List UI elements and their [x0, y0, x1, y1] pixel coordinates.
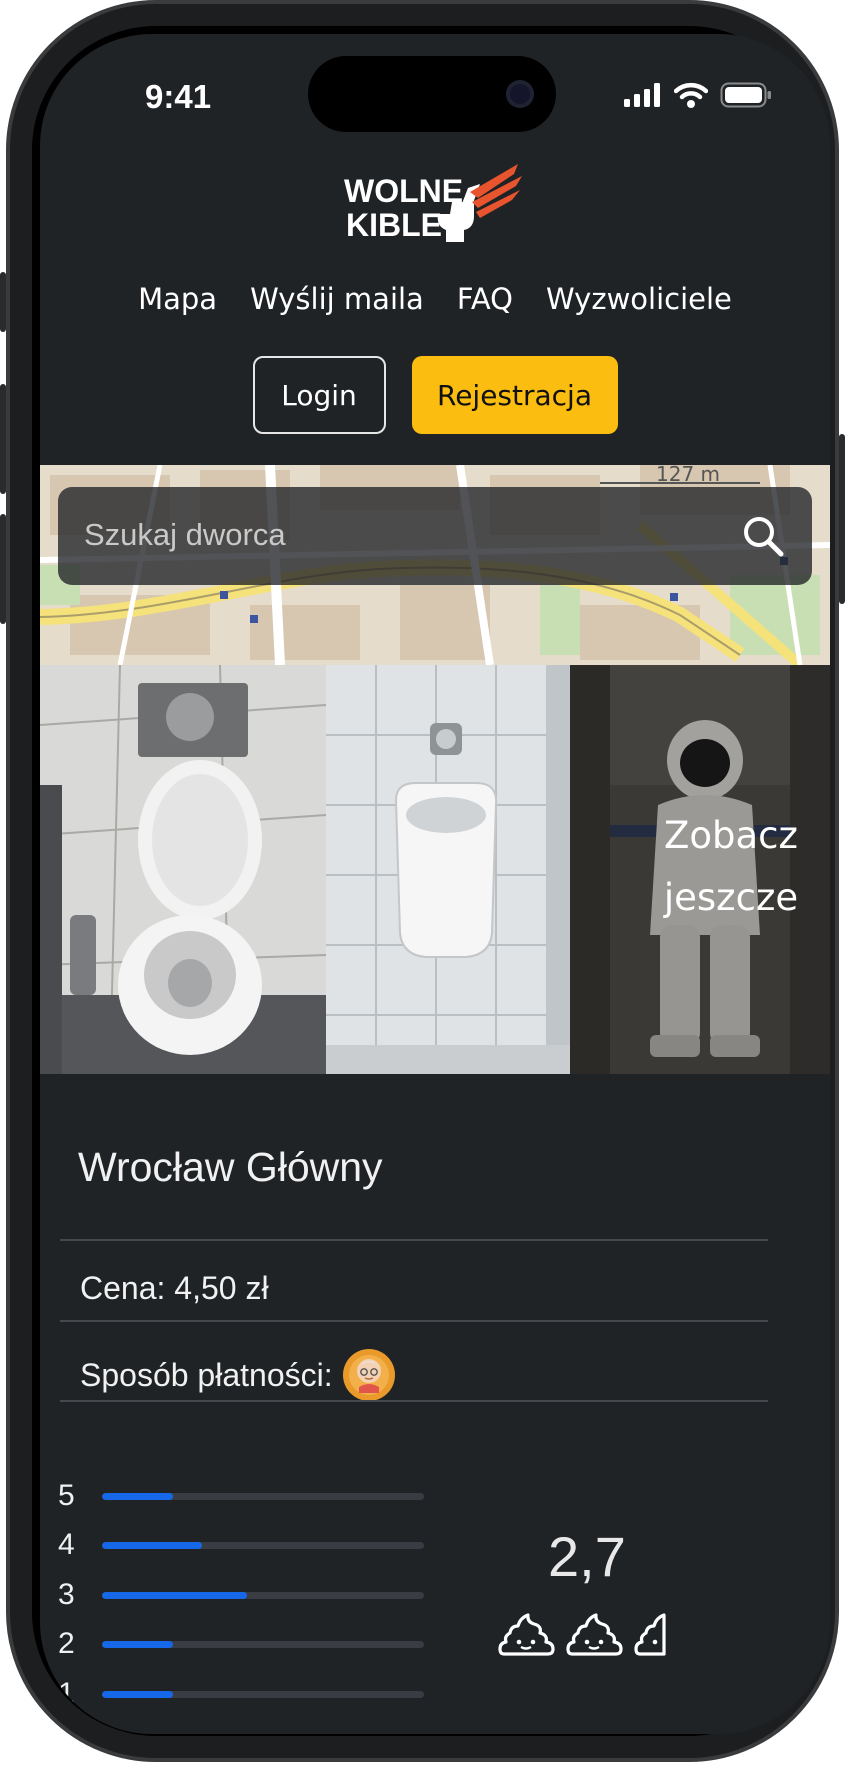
search-bar: [58, 487, 812, 585]
rating-row-2: 2: [58, 1627, 424, 1661]
map-view[interactable]: 127 m: [40, 465, 830, 665]
dynamic-island: [308, 56, 556, 132]
search-input[interactable]: [84, 517, 684, 553]
status-bar: 9:41: [40, 34, 830, 154]
gallery-photo-toilet[interactable]: [40, 665, 326, 1074]
rating-bar-fill: [102, 1541, 202, 1549]
rating-row-5: 5: [58, 1479, 424, 1513]
main-nav: Mapa Wyślij maila FAQ Wyzwoliciele: [40, 282, 830, 316]
status-time: 9:41: [145, 78, 212, 115]
rating-row-1: 1: [58, 1677, 424, 1711]
divider: [60, 1400, 768, 1402]
phone-frame: 9:41 WOLNE KIBLE Mapa Wyślij maila FAQ W…: [0, 0, 845, 1762]
payment-label: Sposób płatności:: [80, 1356, 333, 1393]
login-button[interactable]: Login: [252, 356, 386, 434]
rating-label: 4: [58, 1528, 75, 1561]
camera-icon: [506, 80, 534, 108]
rating-bar-fill: [102, 1591, 247, 1599]
rating-bar-fill: [102, 1492, 173, 1500]
rating-bar-fill: [102, 1690, 173, 1698]
photo-gallery: Zobacz jeszcze: [40, 665, 830, 1074]
rating-bar: [102, 1541, 424, 1549]
rating-bar: [102, 1690, 424, 1698]
wifi-icon: [674, 82, 708, 108]
logo-line1: WOLNE: [344, 173, 463, 209]
app-screen: 9:41 WOLNE KIBLE Mapa Wyślij maila FAQ W…: [40, 34, 830, 1734]
divider: [60, 1239, 768, 1241]
rating-row-3: 3: [58, 1578, 424, 1612]
rating-label: 5: [58, 1479, 75, 1512]
rating-bar: [102, 1640, 424, 1648]
rating-label: 1: [58, 1677, 75, 1710]
average-rating: 2,7: [548, 1525, 626, 1588]
status-icons: [624, 82, 772, 108]
signal-icon: [624, 83, 660, 107]
register-button[interactable]: Rejestracja: [411, 356, 618, 434]
rating-bar: [102, 1492, 424, 1500]
rating-bar: [102, 1591, 424, 1599]
price: Cena: 4,50 zł: [80, 1270, 269, 1306]
auth-buttons: Login Rejestracja: [40, 356, 830, 434]
payment-method: Sposób płatności:: [80, 1349, 395, 1401]
logo[interactable]: WOLNE KIBLE: [40, 144, 830, 254]
nav-liberators[interactable]: Wyzwoliciele: [546, 282, 732, 316]
gallery-photo-astronaut[interactable]: Zobacz jeszcze: [570, 665, 830, 1074]
volume-up-button: [0, 384, 6, 494]
rating-label: 2: [58, 1627, 75, 1660]
station-name: Wrocław Główny: [78, 1144, 383, 1190]
see-more-label[interactable]: Zobacz jeszcze: [656, 805, 806, 929]
nav-map[interactable]: Mapa: [138, 282, 217, 316]
rating-label: 3: [58, 1578, 75, 1611]
poop-full-icon: [498, 1613, 555, 1656]
poop-full-icon: [566, 1613, 623, 1656]
nav-faq[interactable]: FAQ: [457, 282, 513, 316]
silent-switch: [0, 272, 6, 332]
rating-icons: [498, 1612, 668, 1658]
battery-icon: [720, 82, 771, 108]
poop-partial-icon: [634, 1613, 666, 1656]
power-button: [839, 434, 845, 604]
volume-down-button: [0, 514, 6, 624]
rating-bar-fill: [102, 1640, 173, 1648]
nav-send-email[interactable]: Wyślij maila: [250, 282, 424, 316]
logo-line2: KIBLE: [346, 207, 442, 243]
rating-row-4: 4: [58, 1528, 424, 1562]
grandma-coin-icon: [342, 1349, 395, 1401]
divider: [60, 1320, 768, 1322]
wolne-kible-logo: WOLNE KIBLE: [344, 164, 522, 243]
gallery-photo-urinal[interactable]: [326, 665, 570, 1074]
search-icon[interactable]: [742, 515, 784, 557]
